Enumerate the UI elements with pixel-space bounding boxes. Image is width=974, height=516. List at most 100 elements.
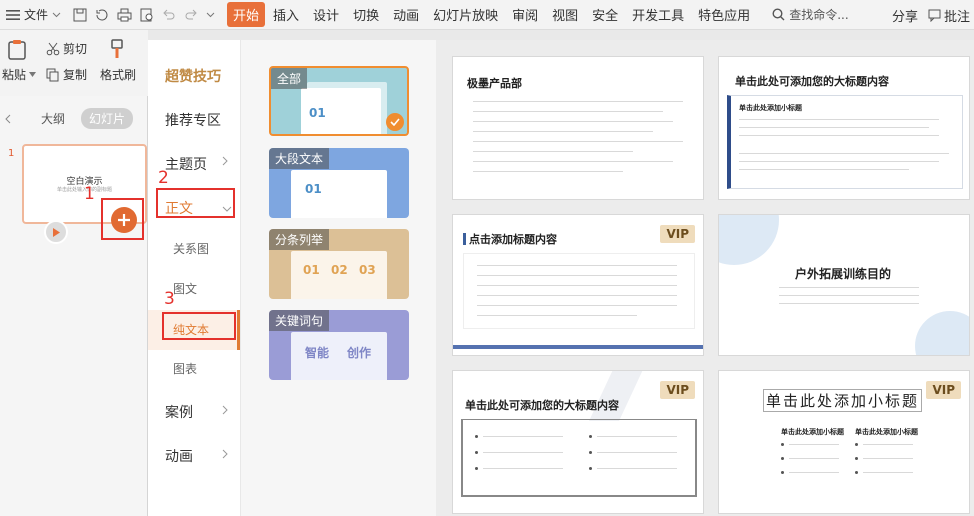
cut-button[interactable]: 剪切 <box>46 40 87 57</box>
copy-label: 复制 <box>63 68 88 82</box>
style-paragraph-label: 大段文本 <box>269 148 330 169</box>
chevron-right-icon <box>222 404 229 418</box>
template-card[interactable]: 点击添加标题内容 VIP <box>452 214 704 356</box>
style-list-number-3: 03 <box>359 263 376 277</box>
category-tips[interactable]: 超赞技巧 <box>165 66 221 86</box>
template-card[interactable]: 户外拓展训练目的 <box>718 214 970 356</box>
style-card-paragraph[interactable]: 01 大段文本 <box>269 148 409 218</box>
style-keyword-2: 创作 <box>347 346 372 360</box>
template-title: 极墨产品部 <box>467 77 522 90</box>
annotation-number-2: 2 <box>158 168 169 188</box>
style-card-all[interactable]: 01 全部 <box>269 66 409 136</box>
category-recommended[interactable]: 推荐专区 <box>165 110 221 130</box>
chevron-right-icon <box>222 155 229 169</box>
template-card[interactable]: 极墨产品部 <box>452 56 704 200</box>
tab-features[interactable]: 特色应用 <box>692 2 756 27</box>
style-column: 01 全部 01 大段文本 01 02 03 分条列举 智能 创作 关键词句 <box>240 40 436 516</box>
tab-home[interactable]: 开始 <box>227 2 266 27</box>
tab-slides[interactable]: 幻灯片 <box>81 108 134 129</box>
tab-outline[interactable]: 大纲 <box>33 108 73 129</box>
tab-animation[interactable]: 动画 <box>387 2 425 27</box>
check-icon <box>386 113 404 131</box>
file-menu-label: 文件 <box>24 8 49 22</box>
style-keyword-1: 智能 <box>305 346 330 360</box>
category-cases[interactable]: 案例 <box>165 402 193 422</box>
template-card[interactable]: VIP 单击此处添加小标题 单击此处添加小标题 单击此处添加小标题 <box>718 370 970 514</box>
paste-button-icon-wrap[interactable] <box>6 38 28 60</box>
tab-transition[interactable]: 切换 <box>347 2 385 27</box>
tab-design[interactable]: 设计 <box>307 2 345 27</box>
template-subtitle: 单击此处添加小标题 <box>739 104 802 112</box>
chevron-left-icon[interactable] <box>4 114 11 124</box>
style-card-keywords[interactable]: 智能 创作 关键词句 <box>269 310 409 380</box>
template-card[interactable]: 单击此处可添加您的大标题内容 单击此处添加小标题 <box>718 56 970 200</box>
style-all-number: 01 <box>309 106 326 120</box>
slide-panel: 大纲 幻灯片 1 空白演示 单击此处输入你的副标题 1 <box>0 96 148 516</box>
tab-slideshow[interactable]: 幻灯片放映 <box>427 2 504 27</box>
sub-relation[interactable]: 关系图 <box>173 240 209 257</box>
hamburger-icon <box>6 9 20 21</box>
vip-badge: VIP <box>926 381 961 399</box>
template-sub-right: 单击此处添加小标题 <box>855 428 918 436</box>
search-label: 查找命令... <box>789 8 849 22</box>
template-title: 户外拓展训练目的 <box>795 267 892 281</box>
annotate-button[interactable]: 批注 <box>928 6 970 25</box>
scissors-icon <box>46 42 60 56</box>
tab-insert[interactable]: 插入 <box>267 2 305 27</box>
tab-view[interactable]: 视图 <box>546 2 584 27</box>
chevron-down-icon[interactable] <box>206 8 215 22</box>
template-title: 单击此处添加小标题 <box>763 389 923 412</box>
command-search[interactable]: 查找命令... <box>772 6 849 23</box>
search-icon <box>772 8 785 21</box>
sub-chart[interactable]: 图表 <box>173 360 197 377</box>
ribbon: 粘贴 剪切 复制 格式刷 <box>0 30 148 96</box>
format-painter-label: 格式刷 <box>100 68 137 82</box>
ribbon-tabs: 开始 插入 设计 切换 动画 幻灯片放映 审阅 视图 安全 开发工具 特色应用 <box>227 2 756 27</box>
sub-image-text[interactable]: 图文 <box>173 280 197 297</box>
save-icon[interactable] <box>73 8 87 22</box>
format-painter-button[interactable]: 格式刷 <box>100 66 136 83</box>
annotation-box-3 <box>162 312 236 340</box>
copy-icon <box>46 68 60 82</box>
menu-bar: 文件 开始 插入 设计 切换 动画 幻灯片放映 审阅 视图 安全 开发工具 特色… <box>0 0 974 30</box>
annotation-box-2 <box>156 188 235 218</box>
undo-icon[interactable] <box>162 8 176 22</box>
panel-tabs: 大纲 幻灯片 <box>0 108 148 129</box>
vip-badge: VIP <box>660 381 695 399</box>
quick-access-toolbar <box>67 8 221 22</box>
undo-history-icon[interactable] <box>95 8 109 22</box>
print-icon[interactable] <box>117 8 132 22</box>
copy-button[interactable]: 复制 <box>46 66 87 83</box>
style-list-number-1: 01 <box>303 263 320 277</box>
template-title: 点击添加标题内容 <box>469 233 557 246</box>
file-menu[interactable]: 文件 <box>0 0 67 30</box>
style-card-list[interactable]: 01 02 03 分条列举 <box>269 229 409 299</box>
paste-label: 粘贴 <box>2 68 27 82</box>
annotation-number-3: 3 <box>164 289 175 309</box>
template-grid: 极墨产品部 单击此处可添加您的大标题内容 单击此处添加小标题 点击添加标题内容 … <box>436 40 974 516</box>
clipboard-icon <box>6 38 28 60</box>
tab-developer[interactable]: 开发工具 <box>626 2 690 27</box>
format-painter-icon-wrap[interactable] <box>106 38 128 60</box>
cut-label: 剪切 <box>63 42 88 56</box>
print-preview-icon[interactable] <box>140 8 154 22</box>
slide-number: 1 <box>8 148 15 159</box>
category-column: 超赞技巧 推荐专区 主题页 正文 2 关系图 图文 纯文本 3 图表 案例 动画 <box>148 40 240 516</box>
play-button[interactable] <box>44 220 68 244</box>
comment-icon <box>928 9 941 22</box>
tab-security[interactable]: 安全 <box>586 2 624 27</box>
share-button[interactable]: 分享 <box>892 6 918 25</box>
style-paragraph-number: 01 <box>305 182 322 196</box>
redo-icon[interactable] <box>184 8 198 22</box>
template-card[interactable]: 单击此处可添加您的大标题内容 VIP <box>452 370 704 514</box>
style-keywords-label: 关键词句 <box>269 310 330 331</box>
category-topic[interactable]: 主题页 <box>165 154 207 174</box>
tab-review[interactable]: 审阅 <box>506 2 544 27</box>
template-sub-left: 单击此处添加小标题 <box>781 428 844 436</box>
chevron-right-icon <box>222 448 229 462</box>
category-animation[interactable]: 动画 <box>165 446 193 466</box>
annotation-box-1 <box>101 198 144 240</box>
paste-button[interactable]: 粘贴 <box>2 66 37 83</box>
chevron-down-icon <box>52 12 61 18</box>
chevron-down-icon <box>29 72 37 77</box>
